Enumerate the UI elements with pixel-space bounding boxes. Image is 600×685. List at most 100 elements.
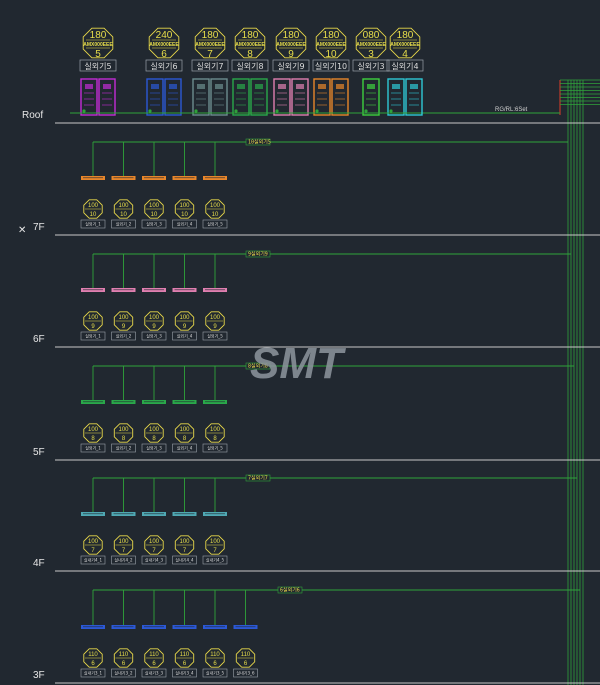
indoor-unit-number: 10 bbox=[120, 212, 127, 218]
indoor-unit-slot bbox=[174, 289, 195, 291]
indoor-unit-label: 실외기_5 bbox=[207, 221, 223, 227]
indoor-unit-slot bbox=[83, 401, 103, 403]
watermark: SMT bbox=[250, 339, 346, 388]
indoor-unit-slot bbox=[113, 513, 134, 515]
floors-section: 7F ✕ 10실외기5 100 10 실외기_1 100 10 실외기_2 100 10 실외기_3 1… bbox=[18, 139, 600, 684]
indoor-unit-number: 7 bbox=[152, 548, 156, 554]
indoor-unit-label: 실외기_4 bbox=[177, 221, 193, 227]
outdoor-unit-model: AMX000EEE bbox=[276, 42, 306, 48]
indoor-unit-slot bbox=[144, 513, 164, 515]
indoor-unit-label: 실내기3_5 bbox=[206, 670, 225, 676]
indoor-unit-slot bbox=[113, 289, 134, 291]
outdoor-unit-capacity: 080 bbox=[363, 30, 380, 41]
indoor-unit-capacity: 110 bbox=[88, 652, 98, 658]
indoor-unit-slot bbox=[205, 177, 225, 179]
indoor-unit-label: 실외기_1 bbox=[85, 445, 101, 451]
indoor-unit-capacity: 100 bbox=[88, 539, 99, 545]
indoor-unit-capacity: 100 bbox=[118, 539, 129, 545]
indoor-unit-number: 7 bbox=[122, 548, 126, 554]
outdoor-unit-capacity: 180 bbox=[202, 30, 219, 41]
outdoor-unit-model: AMX000EEE bbox=[235, 42, 265, 48]
outdoor-unit-label: 실외기8 bbox=[236, 61, 263, 71]
indoor-unit-capacity: 100 bbox=[210, 427, 221, 433]
watermark-text: SMT bbox=[250, 339, 346, 388]
branch-tag: 7실외기7 bbox=[248, 475, 268, 482]
indoor-unit-slot bbox=[83, 513, 103, 515]
outdoor-unit: 180AMX000EEE10실외기10 bbox=[312, 27, 350, 116]
outdoor-unit-number: 5 bbox=[95, 49, 101, 60]
indoor-unit-capacity: 110 bbox=[210, 652, 220, 658]
indoor-unit-capacity: 100 bbox=[210, 315, 221, 321]
floor-label: 5F bbox=[33, 447, 45, 458]
indoor-unit-capacity: 100 bbox=[149, 315, 160, 321]
indoor-unit-label: 실내기4_2 bbox=[114, 557, 133, 563]
outdoor-unit-fan bbox=[169, 84, 177, 89]
indoor-unit-slot bbox=[205, 401, 225, 403]
indoor-unit-slot bbox=[235, 626, 256, 628]
branch-tag: 10실외기5 bbox=[248, 139, 271, 146]
indoor-unit-slot bbox=[174, 513, 195, 515]
outdoor-unit-fan bbox=[318, 84, 326, 89]
indoor-unit-capacity: 100 bbox=[179, 539, 190, 545]
outdoor-unit: 180AMX000EEE9실외기9 bbox=[272, 27, 310, 116]
outdoor-unit-capacity: 180 bbox=[242, 30, 259, 41]
outdoor-unit-fan bbox=[85, 84, 93, 89]
indoor-unit-slot bbox=[144, 177, 164, 179]
indoor-unit-number: 10 bbox=[90, 212, 97, 218]
outdoor-unit-capacity: 180 bbox=[323, 30, 340, 41]
indoor-unit-number: 7 bbox=[213, 548, 217, 554]
outdoor-unit-model: AMX000EEE bbox=[390, 42, 420, 48]
outdoor-unit-fan bbox=[367, 84, 375, 89]
indoor-unit-capacity: 100 bbox=[179, 315, 190, 321]
indoor-unit-number: 6 bbox=[213, 661, 217, 667]
indoor-unit-number: 7 bbox=[91, 548, 95, 554]
outdoor-unit-number: 7 bbox=[207, 49, 213, 60]
outdoor-unit-capacity: 180 bbox=[283, 30, 300, 41]
indoor-unit-number: 9 bbox=[122, 324, 126, 330]
indoor-unit-capacity: 100 bbox=[149, 427, 160, 433]
indoor-unit-slot bbox=[113, 177, 134, 179]
outdoor-unit-fan bbox=[151, 84, 159, 89]
riser-group bbox=[559, 79, 600, 685]
indoor-unit-label: 실외기_5 bbox=[207, 445, 223, 451]
outdoor-unit-label: 실외기5 bbox=[84, 61, 111, 71]
indoor-unit-slot bbox=[205, 513, 225, 515]
outdoor-unit: 180AMX000EEE8실외기8 bbox=[231, 27, 269, 116]
outdoor-unit-label: 실외기10 bbox=[315, 61, 347, 71]
indoor-unit-slot bbox=[174, 626, 195, 628]
indoor-unit-number: 10 bbox=[181, 212, 188, 218]
indoor-unit-label: 실외기_1 bbox=[85, 221, 101, 227]
outdoor-unit-fan bbox=[103, 84, 111, 89]
indoor-unit-number: 6 bbox=[152, 661, 156, 667]
indoor-unit-number: 10 bbox=[151, 212, 158, 218]
indoor-unit-slot bbox=[144, 401, 164, 403]
floor-3F: 3F 6실외기6 110 6 실내기3_1 110 6 실내기3_2 110 6 실내기3_3 110… bbox=[33, 586, 600, 684]
indoor-unit-label: 실내기4_4 bbox=[175, 557, 194, 563]
indoor-unit-capacity: 100 bbox=[210, 539, 221, 545]
indoor-unit-capacity: 110 bbox=[180, 652, 190, 658]
outdoor-unit-model: AMX000EEE bbox=[83, 42, 113, 48]
outdoor-unit-number: 3 bbox=[368, 49, 374, 60]
outdoor-unit-number: 9 bbox=[288, 49, 294, 60]
outdoor-unit-capacity: 180 bbox=[90, 30, 107, 41]
riser-ref-label: RG/RL:6Set bbox=[495, 107, 528, 113]
outdoor-unit-number: 4 bbox=[402, 49, 408, 60]
indoor-unit-capacity: 100 bbox=[179, 427, 190, 433]
indoor-unit-capacity: 100 bbox=[88, 427, 99, 433]
indoor-unit-capacity: 100 bbox=[118, 203, 129, 209]
outdoor-unit-fan bbox=[296, 84, 304, 89]
outdoor-unit-number: 6 bbox=[161, 49, 167, 60]
indoor-unit-number: 8 bbox=[183, 436, 187, 442]
indoor-unit-label: 실내기4_3 bbox=[145, 557, 164, 563]
indoor-unit-capacity: 100 bbox=[179, 203, 190, 209]
outdoor-unit-fan bbox=[237, 84, 245, 89]
outdoor-unit-fan bbox=[278, 84, 286, 89]
outdoor-unit-fan bbox=[197, 84, 205, 89]
indoor-unit-slot bbox=[83, 626, 103, 628]
outdoor-unit-fan bbox=[392, 84, 400, 89]
outdoor-unit-fan bbox=[410, 84, 418, 89]
indoor-unit-number: 8 bbox=[122, 436, 126, 442]
indoor-unit-label: 실외기_5 bbox=[207, 333, 223, 339]
outdoor-unit-model: AMX000EEE bbox=[149, 42, 179, 48]
indoor-unit-slot bbox=[174, 401, 195, 403]
